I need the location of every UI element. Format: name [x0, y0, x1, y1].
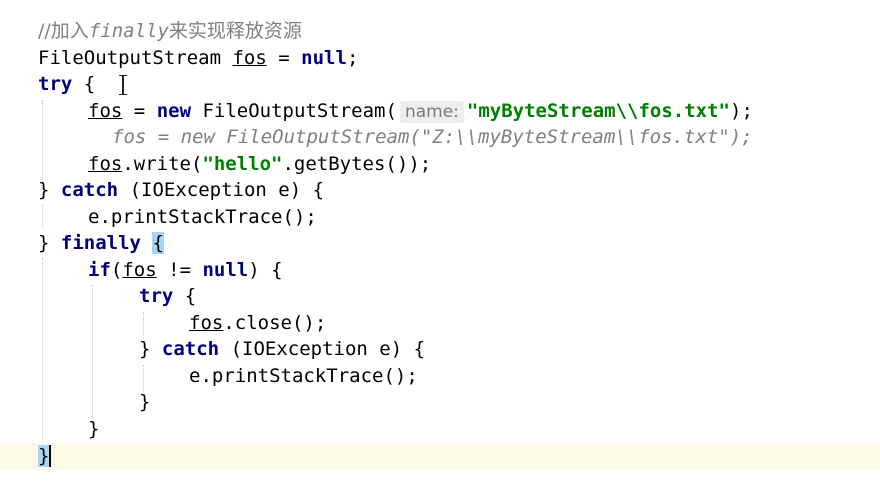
code-editor[interactable]: //加入finally来实现释放资源 FileOutputStream fos … — [0, 0, 880, 496]
indent-guide — [42, 205, 43, 227]
new-keyword: new — [156, 99, 192, 122]
variable-fos: fos — [88, 152, 123, 175]
print-stack-call: e.printStackTrace(); — [189, 364, 418, 387]
indent-guide — [92, 285, 93, 419]
code-line-new-stream: fos = new FileOutputStream(name: "myByteS… — [88, 98, 753, 125]
try-keyword: try — [139, 285, 174, 307]
code-line-comment: //加入finally来实现释放资源 — [38, 18, 302, 45]
close-call: .close(); — [223, 311, 327, 334]
catch-keyword: catch — [60, 179, 119, 201]
code-line-finally: } finally { — [38, 230, 164, 257]
line-end: ); — [730, 99, 753, 122]
hello-string: "hello" — [202, 152, 283, 175]
indent-guide — [42, 258, 43, 446]
close-brace: } — [88, 417, 100, 440]
code-line-write: fos.write("hello".getBytes()); — [88, 151, 431, 178]
open-brace: { — [184, 285, 197, 307]
close-brace: } — [139, 391, 151, 413]
exception-param: (IOException e) { — [230, 338, 426, 360]
comment-suffix: 来实现释放资源 — [168, 20, 302, 42]
if-keyword: if — [88, 258, 111, 281]
assign-operator: = — [278, 46, 290, 69]
null-keyword: null — [301, 46, 347, 69]
comment-prefix: //加入 — [38, 20, 89, 42]
not-equal-operator: != — [168, 258, 192, 281]
indent-guide — [143, 312, 144, 338]
print-stack-call: e.printStackTrace(); — [88, 205, 317, 228]
close-brace: } — [38, 232, 50, 254]
code-line-current[interactable]: } — [0, 443, 880, 470]
constructor-call: FileOutputStream( — [202, 99, 397, 122]
variable-fos: fos — [189, 311, 224, 334]
code-line-inner-try: try { — [139, 283, 196, 310]
variable-fos: fos — [88, 99, 123, 122]
code-line-if: if(fos != null) { — [88, 258, 283, 281]
code-line-commented: fos = new FileOutputStream("Z:\\myByteSt… — [112, 124, 753, 151]
code-line-try: try { — [38, 71, 128, 98]
code-line-declaration: FileOutputStream fos = null; — [38, 46, 359, 69]
code-line-inner-print-stack: e.printStackTrace(); — [189, 363, 418, 390]
getbytes-call: .getBytes()); — [282, 152, 432, 175]
code-line-inner-close-brace: } — [139, 389, 150, 416]
close-brace: } — [38, 179, 50, 201]
finally-keyword: finally — [60, 232, 141, 254]
exception-param: (IOException e) { — [129, 179, 325, 201]
open-brace: { — [271, 258, 283, 281]
indent-guide — [143, 365, 144, 391]
write-call: .write( — [122, 152, 203, 175]
code-line-print-stack: e.printStackTrace(); — [88, 204, 317, 231]
commented-code: fos = new FileOutputStream("Z:\\myByteSt… — [112, 126, 753, 148]
code-line-inner-catch: } catch (IOException e) { — [139, 336, 425, 363]
try-keyword: try — [38, 73, 73, 95]
matched-close-brace: } — [38, 445, 52, 467]
path-string: "myByteStream\\fos.txt" — [466, 99, 730, 122]
open-brace: { — [83, 73, 96, 95]
text-cursor-icon — [118, 74, 128, 96]
close-brace: } — [139, 338, 151, 360]
variable-fos: fos — [232, 46, 267, 69]
code-line-if-close-brace: } — [88, 416, 99, 443]
comment-keyword: finally — [88, 20, 169, 42]
code-line-catch: } catch (IOException e) { — [38, 177, 324, 204]
parameter-hint: name: — [399, 100, 464, 123]
matched-open-brace: { — [152, 232, 164, 254]
catch-keyword: catch — [161, 338, 220, 360]
assign-operator: = — [133, 99, 146, 122]
null-keyword: null — [202, 258, 249, 281]
variable-fos: fos — [122, 258, 157, 281]
code-line-close: fos.close(); — [189, 310, 326, 337]
type-name: FileOutputStream — [38, 46, 222, 69]
